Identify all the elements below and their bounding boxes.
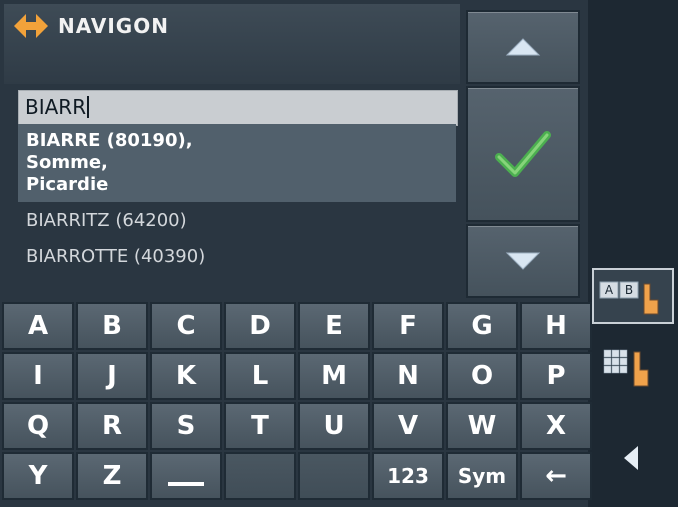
key-x[interactable]: X	[520, 402, 592, 450]
grid-keyboard-toggle-button[interactable]	[600, 342, 664, 392]
key-n[interactable]: N	[372, 352, 444, 400]
abc-keyboard-toggle-button[interactable]: A B	[592, 268, 674, 324]
results-list: BIARRE (80190), Somme, Picardie BIARRITZ…	[18, 124, 456, 304]
search-value: BIARR	[25, 95, 87, 119]
key-sym[interactable]: Sym	[446, 452, 518, 500]
scroll-up-button[interactable]	[466, 10, 580, 84]
key-v[interactable]: V	[372, 402, 444, 450]
search-input[interactable]: BIARR	[18, 90, 458, 126]
key-i[interactable]: I	[2, 352, 74, 400]
navigon-screen: NAVIGON BIARR BIARRE (80190), Somme, Pic…	[0, 0, 678, 507]
key-l[interactable]: L	[224, 352, 296, 400]
grid-keyboard-toggle-icon	[603, 349, 649, 387]
key-z[interactable]: Z	[76, 452, 148, 500]
key-backspace[interactable]: ←	[520, 452, 592, 500]
search-input-text: BIARR	[25, 95, 90, 119]
key-w[interactable]: W	[446, 402, 518, 450]
key-s[interactable]: S	[150, 402, 222, 450]
abc-icon-b: B	[625, 283, 633, 297]
key-p[interactable]: P	[520, 352, 592, 400]
side-panel	[588, 0, 678, 507]
confirm-button[interactable]	[466, 86, 580, 222]
result-line: Picardie	[26, 174, 109, 195]
key-y[interactable]: Y	[2, 452, 74, 500]
back-button[interactable]	[612, 438, 652, 478]
key-space[interactable]	[150, 452, 222, 500]
brand: NAVIGON	[14, 14, 169, 38]
result-line: Somme,	[26, 152, 108, 173]
result-line: BIARROTTE (40390)	[26, 246, 206, 267]
result-line: BIARRITZ (64200)	[26, 210, 187, 231]
abc-keyboard-toggle-icon: A B	[599, 281, 659, 315]
key-u[interactable]: U	[298, 402, 370, 450]
navigon-logo-icon	[14, 14, 48, 38]
key-a[interactable]: A	[2, 302, 74, 350]
key-h[interactable]: H	[520, 302, 592, 350]
onscreen-keyboard: A B C D E F G H I J K L M N O P Q R S T …	[2, 302, 592, 502]
checkmark-icon	[495, 131, 551, 177]
key-c[interactable]: C	[150, 302, 222, 350]
key-e[interactable]: E	[298, 302, 370, 350]
key-j[interactable]: J	[76, 352, 148, 400]
key-f[interactable]: F	[372, 302, 444, 350]
key-b[interactable]: B	[76, 302, 148, 350]
scroll-down-button[interactable]	[466, 224, 580, 298]
arrow-down-icon	[505, 252, 541, 270]
key-d[interactable]: D	[224, 302, 296, 350]
key-empty	[224, 452, 296, 500]
brand-name: NAVIGON	[58, 14, 169, 38]
text-caret	[87, 96, 90, 118]
key-t[interactable]: T	[224, 402, 296, 450]
key-o[interactable]: O	[446, 352, 518, 400]
result-item[interactable]: BIARRITZ (64200)	[18, 204, 456, 238]
back-arrow-icon	[624, 446, 638, 470]
result-item[interactable]: BIARRE (80190), Somme, Picardie	[18, 124, 456, 202]
key-k[interactable]: K	[150, 352, 222, 400]
key-empty	[298, 452, 370, 500]
result-item[interactable]: BIARROTTE (40390)	[18, 240, 456, 274]
result-line: BIARRE (80190),	[26, 130, 193, 151]
abc-icon-a: A	[605, 283, 614, 297]
key-g[interactable]: G	[446, 302, 518, 350]
key-m[interactable]: M	[298, 352, 370, 400]
key-123[interactable]: 123	[372, 452, 444, 500]
header-bar: NAVIGON	[4, 4, 460, 84]
key-q[interactable]: Q	[2, 402, 74, 450]
arrow-up-icon	[505, 38, 541, 56]
key-r[interactable]: R	[76, 402, 148, 450]
